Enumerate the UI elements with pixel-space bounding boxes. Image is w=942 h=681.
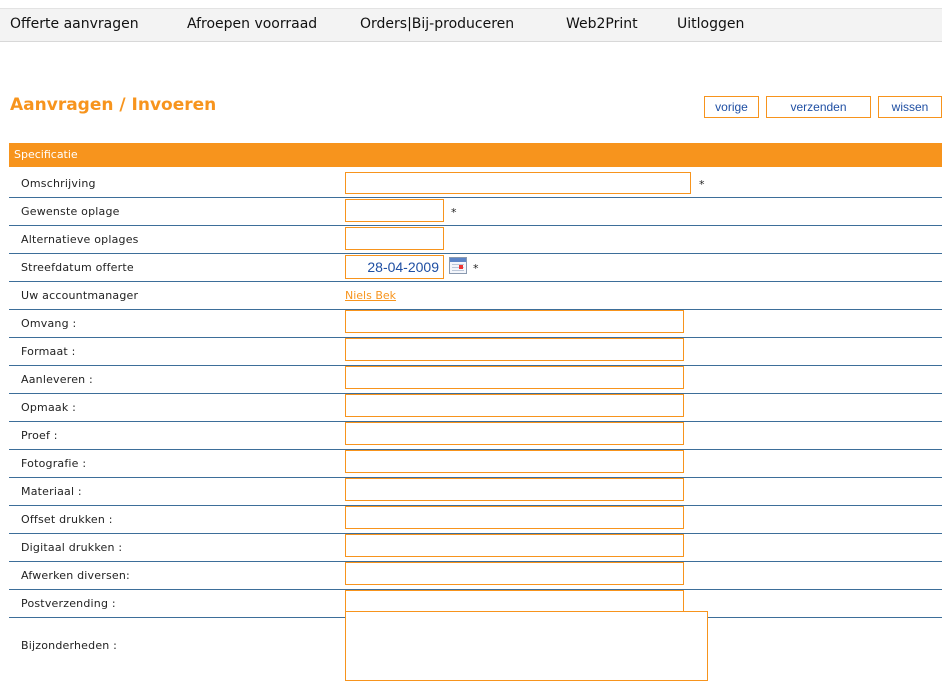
label-accountmanager: Uw accountmanager [21,289,139,302]
nav-orders-bij-produceren[interactable]: Orders|Bij-produceren [360,16,514,32]
proef-input[interactable] [345,422,684,445]
label-fotografie: Fotografie : [21,457,87,470]
row-omvang: Omvang : [9,310,942,338]
row-proef: Proef : [9,422,942,450]
accountmanager-link[interactable]: Niels Bek [345,289,396,302]
label-gewenste-oplage: Gewenste oplage [21,205,120,218]
label-bijzonderheden: Bijzonderheden : [21,639,118,652]
offset-drukken-input[interactable] [345,506,684,529]
row-fotografie: Fotografie : [9,450,942,478]
section-header-specificatie: Specificatie [9,143,942,167]
omschrijving-input[interactable] [345,172,691,194]
streefdatum-input[interactable] [345,255,444,279]
required-marker: * [451,206,457,219]
label-omschrijving: Omschrijving [21,177,96,190]
row-alternatieve-oplages: Alternatieve oplages [9,226,942,254]
calendar-icon[interactable] [449,257,467,274]
required-marker: * [473,262,479,275]
row-aanleveren: Aanleveren : [9,366,942,394]
row-materiaal: Materiaal : [9,478,942,506]
label-materiaal: Materiaal : [21,485,82,498]
nav-web2print[interactable]: Web2Print [566,16,638,32]
row-bijzonderheden: Bijzonderheden : [9,611,942,681]
row-offset-drukken: Offset drukken : [9,506,942,534]
label-formaat: Formaat : [21,345,76,358]
afwerken-diversen-input[interactable] [345,562,684,585]
verzenden-button[interactable]: verzenden [766,96,871,118]
top-navigation: Offerte aanvragen Afroepen voorraad Orde… [0,8,942,42]
omvang-input[interactable] [345,310,684,333]
wissen-button[interactable]: wissen [878,96,942,118]
nav-uitloggen[interactable]: Uitloggen [677,16,744,32]
nav-afroepen-voorraad[interactable]: Afroepen voorraad [187,16,317,32]
section-title: Specificatie [14,148,78,161]
row-gewenste-oplage: Gewenste oplage * [9,198,942,226]
label-streefdatum-offerte: Streefdatum offerte [21,261,134,274]
label-afwerken-diversen: Afwerken diversen: [21,569,130,582]
fotografie-input[interactable] [345,450,684,473]
materiaal-input[interactable] [345,478,684,501]
label-omvang: Omvang : [21,317,77,330]
row-streefdatum-offerte: Streefdatum offerte * [9,254,942,282]
row-digitaal-drukken: Digitaal drukken : [9,534,942,562]
label-opmaak: Opmaak : [21,401,77,414]
label-proef: Proef : [21,429,58,442]
required-marker: * [699,178,705,191]
postverzending-input[interactable] [345,590,684,613]
nav-offerte-aanvragen[interactable]: Offerte aanvragen [10,16,139,32]
label-offset-drukken: Offset drukken : [21,513,113,526]
alternatieve-oplages-input[interactable] [345,227,444,250]
gewenste-oplage-input[interactable] [345,199,444,222]
label-alternatieve-oplages: Alternatieve oplages [21,233,139,246]
label-digitaal-drukken: Digitaal drukken : [21,541,123,554]
aanleveren-input[interactable] [345,366,684,389]
row-omschrijving: Omschrijving * [9,170,942,198]
label-postverzending: Postverzending : [21,597,116,610]
row-afwerken-diversen: Afwerken diversen: [9,562,942,590]
row-formaat: Formaat : [9,338,942,366]
vorige-button[interactable]: vorige [704,96,759,118]
opmaak-input[interactable] [345,394,684,417]
digitaal-drukken-input[interactable] [345,534,684,557]
label-aanleveren: Aanleveren : [21,373,93,386]
formaat-input[interactable] [345,338,684,361]
page-title: Aanvragen / Invoeren [10,95,217,115]
row-opmaak: Opmaak : [9,394,942,422]
row-accountmanager: Uw accountmanager Niels Bek [9,282,942,310]
